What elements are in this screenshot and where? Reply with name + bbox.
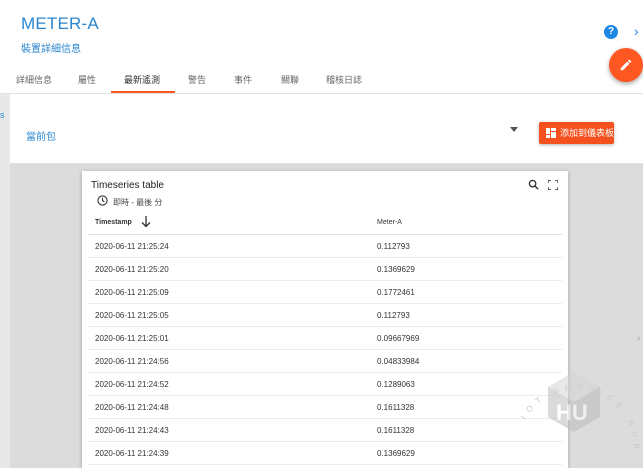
timestamp-cell: 2020-06-11 21:24:43 [95,426,169,435]
table-row[interactable]: 2020-06-11 21:25:20 0.1369629 [88,258,562,281]
close-icon[interactable]: › [634,22,639,40]
tab-audit-logs[interactable]: 稽核日誌 [326,73,362,86]
fullscreen-icon[interactable] [548,180,558,190]
meter-a-cell: 0.112793 [377,311,410,320]
time-window-label[interactable]: 即時 - 最後 分 [113,197,162,208]
timestamp-cell: 2020-06-11 21:25:05 [95,311,169,320]
meter-a-cell: 0.112793 [377,242,410,251]
search-icon[interactable] [528,179,539,190]
table-row[interactable]: 2020-06-11 21:24:52 0.1289063 [88,373,562,396]
timestamp-cell: 2020-06-11 21:25:20 [95,265,169,274]
table-row[interactable]: 2020-06-11 21:24:48 0.1611328 [88,396,562,419]
tab-attributes[interactable]: 屬性 [78,73,96,86]
tab-details[interactable]: 詳細信息 [16,73,52,86]
tab-relations[interactable]: 關聯 [281,73,299,86]
timeseries-widget: Timeseries table 即時 - 最後 分 Timestamp Met… [82,171,568,468]
table-body: 2020-06-11 21:25:24 0.112793 2020-06-11 21… [88,235,562,465]
tab-alarms[interactable]: 警告 [188,73,206,86]
help-icon[interactable]: ? [604,25,618,39]
table-header: Timestamp Meter-A [88,211,562,235]
state-select[interactable]: 當前包 [26,128,56,143]
dashboard-icon [546,128,556,138]
meter-a-cell: 0.1289063 [377,380,415,389]
caret-down-icon[interactable] [510,127,518,132]
left-edge-panel [0,94,10,468]
left-edge-mark: s [0,110,5,120]
table-row[interactable]: 2020-06-11 21:25:24 0.112793 [88,235,562,258]
meter-a-cell: 0.1611328 [377,403,415,412]
table-row[interactable]: 2020-06-11 21:24:56 0.04833984 [88,350,562,373]
timestamp-cell: 2020-06-11 21:24:52 [95,380,169,389]
timestamp-cell: 2020-06-11 21:25:01 [95,334,169,343]
telemetry-toolbar: 當前包 添加到儀表板 [10,100,643,164]
table-row[interactable]: 2020-06-11 21:25:01 0.09667969 [88,327,562,350]
add-to-dashboard-label: 添加到儀表板 [560,128,615,138]
column-header-timestamp[interactable]: Timestamp [95,219,132,226]
meter-a-cell: 0.1369629 [377,449,415,458]
scroll-right-icon[interactable]: › [637,333,640,344]
meter-a-cell: 0.09667969 [377,334,420,343]
timestamp-cell: 2020-06-11 21:24:48 [95,403,169,412]
clock-icon [97,195,108,206]
device-subtitle: 裝置詳細信息 [21,44,81,55]
tab-latest-telemetry[interactable]: 最新遙測 [124,73,160,86]
tab-events[interactable]: 事件 [234,73,252,86]
table-row[interactable]: 2020-06-11 21:25:05 0.112793 [88,304,562,327]
meter-a-cell: 0.1772461 [377,288,415,297]
timeseries-table: Timestamp Meter-A 2020-06-11 21:25:24 0.1… [88,211,562,465]
add-to-dashboard-button[interactable]: 添加到儀表板 [539,122,614,144]
table-row[interactable]: 2020-06-11 21:24:39 0.1369629 [88,442,562,465]
column-header-meter-a[interactable]: Meter-A [377,219,402,226]
meter-a-cell: 0.1611328 [377,426,415,435]
meter-a-cell: 0.04833984 [377,357,420,366]
timestamp-cell: 2020-06-11 21:24:39 [95,449,169,458]
timestamp-cell: 2020-06-11 21:24:56 [95,357,169,366]
detail-tabs: 詳細信息 屬性 最新遙測 警告 事件 關聯 稽核日誌 [0,66,643,94]
timestamp-cell: 2020-06-11 21:25:24 [95,242,169,251]
timestamp-cell: 2020-06-11 21:25:09 [95,288,169,297]
table-row[interactable]: 2020-06-11 21:25:09 0.1772461 [88,281,562,304]
meter-a-cell: 0.1369629 [377,265,415,274]
detail-header: METER-A 裝置詳細信息 ? › [0,0,643,82]
widget-title: Timeseries table [91,180,164,191]
arrow-down-icon[interactable] [141,216,151,228]
device-title: METER-A [21,14,99,33]
table-row[interactable]: 2020-06-11 21:24:43 0.1611328 [88,419,562,442]
active-tab-indicator [111,91,175,93]
